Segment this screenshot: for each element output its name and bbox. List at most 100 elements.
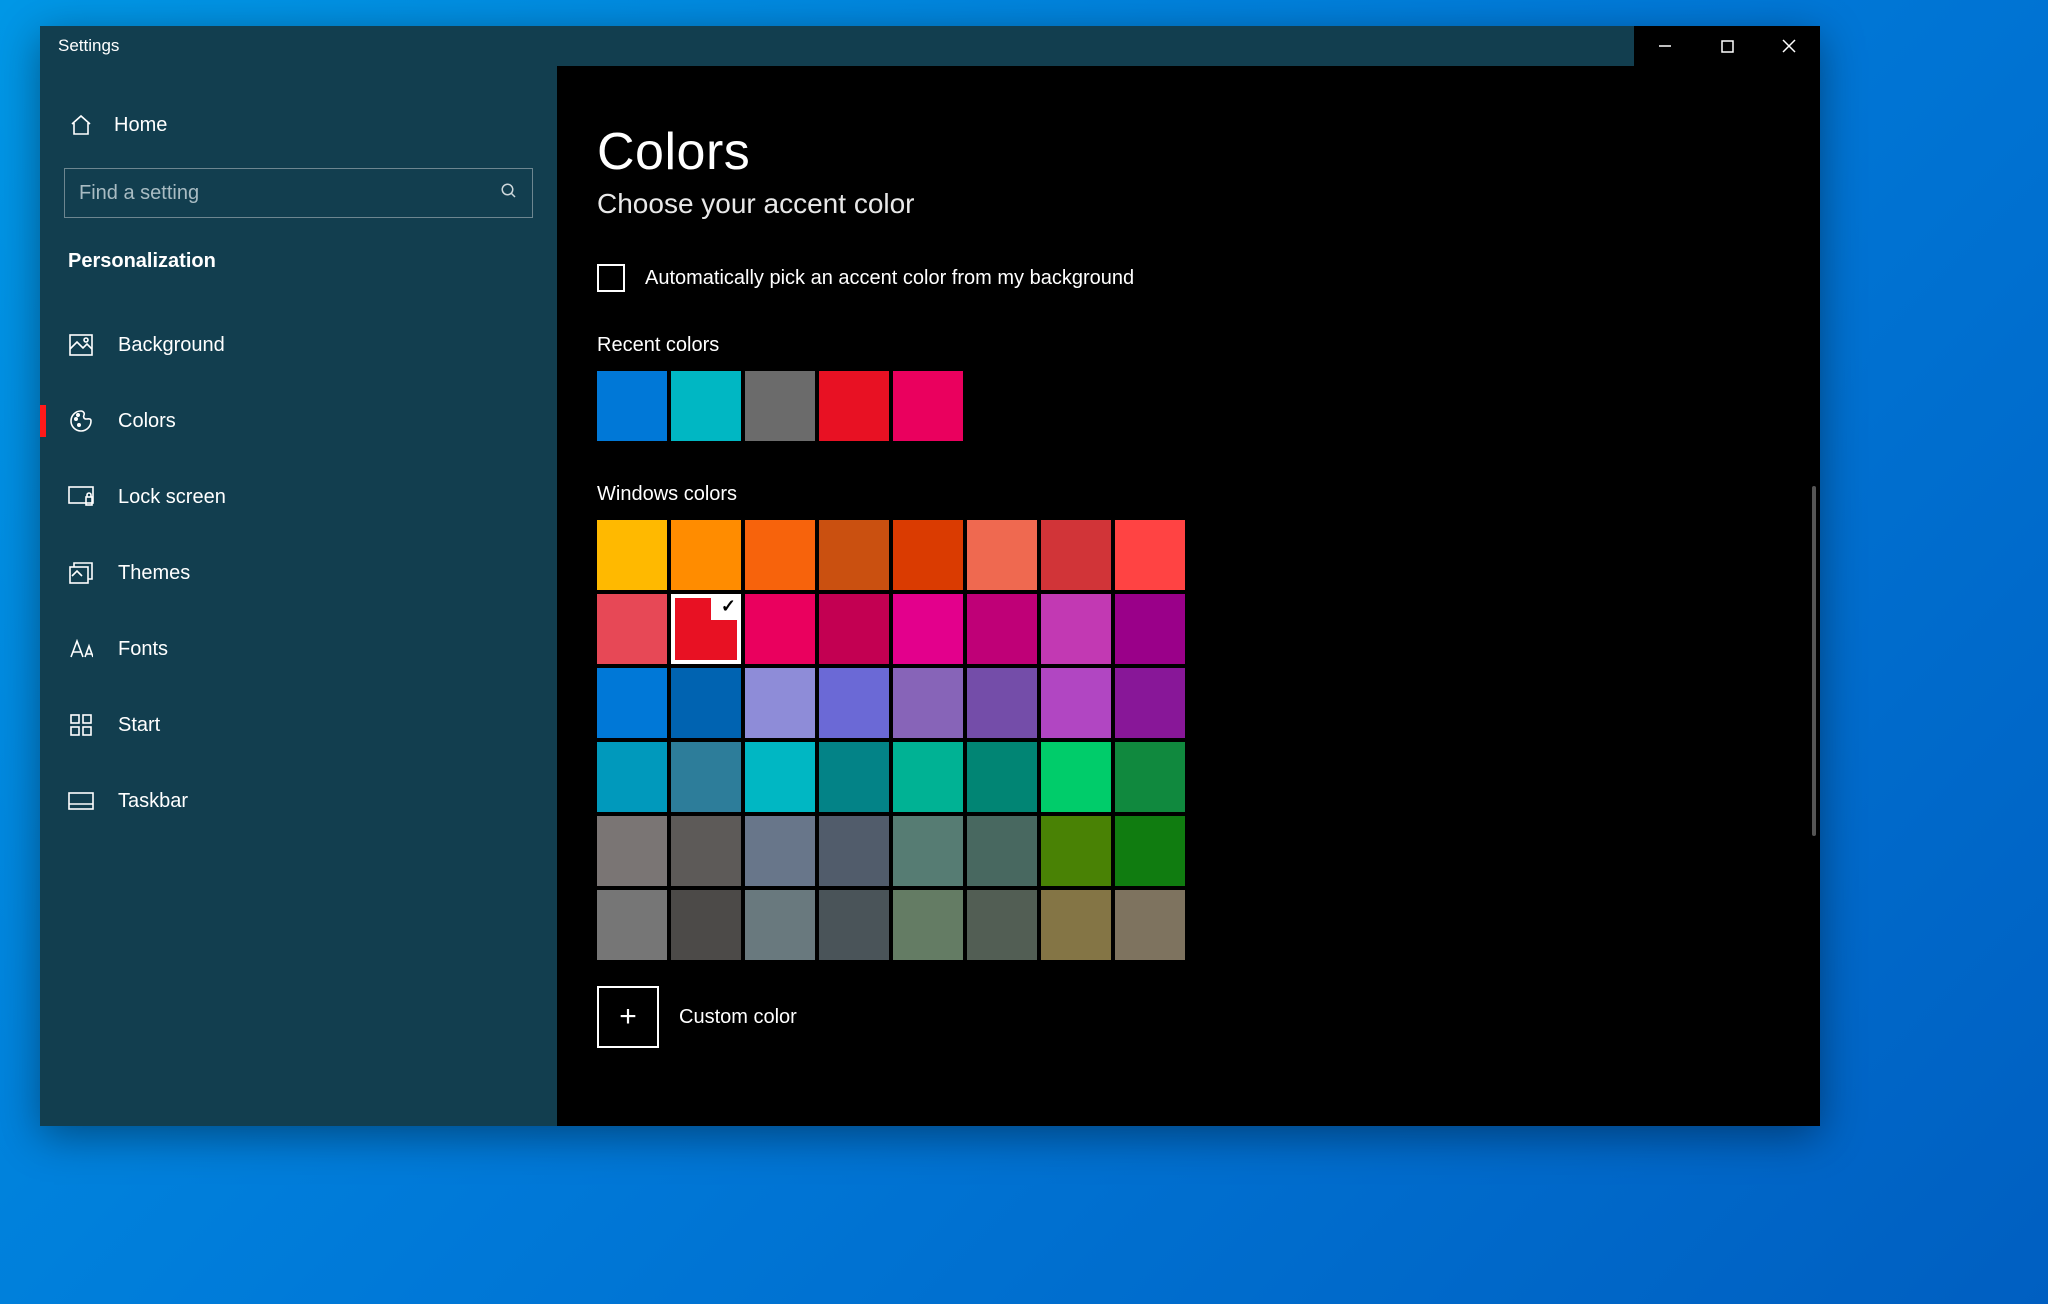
- search-icon: [500, 182, 518, 205]
- lockscreen-icon: [68, 484, 94, 510]
- window-controls: [1634, 26, 1820, 66]
- recent-color-swatch[interactable]: [819, 371, 889, 441]
- add-custom-color-button[interactable]: +: [597, 986, 659, 1048]
- windows-color-swatch[interactable]: [597, 742, 667, 812]
- auto-pick-label: Automatically pick an accent color from …: [645, 267, 1134, 290]
- windows-color-swatch[interactable]: [671, 816, 741, 886]
- windows-color-swatch[interactable]: [967, 668, 1037, 738]
- sidebar-item-background[interactable]: Background: [40, 307, 557, 383]
- search-input[interactable]: [79, 182, 500, 205]
- windows-color-swatch[interactable]: [1041, 520, 1111, 590]
- sidebar-item-fonts[interactable]: Fonts: [40, 611, 557, 687]
- windows-color-swatch[interactable]: [1115, 890, 1185, 960]
- sidebar-item-start[interactable]: Start: [40, 687, 557, 763]
- windows-color-swatch[interactable]: [1041, 742, 1111, 812]
- windows-color-swatch[interactable]: [1041, 816, 1111, 886]
- windows-color-swatch[interactable]: [745, 520, 815, 590]
- windows-color-swatch[interactable]: [819, 594, 889, 664]
- windows-color-swatch[interactable]: [893, 890, 963, 960]
- sidebar-item-lock-screen[interactable]: Lock screen: [40, 459, 557, 535]
- nav-list: Background Colors Lock screen Themes Fonts St…: [40, 307, 557, 839]
- windows-color-swatch[interactable]: [745, 742, 815, 812]
- recent-color-swatch[interactable]: [671, 371, 741, 441]
- check-icon: ✓: [721, 596, 736, 617]
- windows-color-swatch[interactable]: [1041, 890, 1111, 960]
- windows-color-swatch[interactable]: [893, 520, 963, 590]
- windows-color-swatch[interactable]: [967, 520, 1037, 590]
- windows-color-swatch[interactable]: [967, 816, 1037, 886]
- windows-color-swatch[interactable]: [597, 594, 667, 664]
- windows-color-swatch[interactable]: [597, 816, 667, 886]
- windows-color-swatch[interactable]: [967, 742, 1037, 812]
- sidebar-item-label: Lock screen: [118, 486, 226, 509]
- windows-color-swatch[interactable]: [597, 520, 667, 590]
- windows-color-swatch[interactable]: [819, 668, 889, 738]
- windows-colors-grid: ✓: [597, 520, 1820, 960]
- windows-color-swatch[interactable]: [1115, 594, 1185, 664]
- recent-colors-row: [597, 371, 1820, 441]
- section-label: Personalization: [40, 246, 557, 307]
- windows-color-swatch[interactable]: [671, 742, 741, 812]
- sidebar-item-label: Background: [118, 334, 225, 357]
- window-body: Home Personalization Background Colors Loc…: [40, 66, 1820, 1126]
- windows-color-swatch[interactable]: [1115, 668, 1185, 738]
- sidebar: Home Personalization Background Colors Loc…: [40, 66, 557, 1126]
- windows-color-swatch[interactable]: [597, 668, 667, 738]
- close-button[interactable]: [1758, 26, 1820, 66]
- windows-color-swatch[interactable]: [1041, 594, 1111, 664]
- windows-color-swatch[interactable]: [819, 520, 889, 590]
- auto-pick-checkbox[interactable]: [597, 264, 625, 292]
- plus-icon: +: [619, 1000, 637, 1034]
- windows-color-swatch[interactable]: [1041, 668, 1111, 738]
- windows-color-row: [597, 816, 1820, 886]
- windows-color-swatch[interactable]: [819, 742, 889, 812]
- recent-color-swatch[interactable]: [893, 371, 963, 441]
- windows-color-swatch[interactable]: [893, 816, 963, 886]
- taskbar-icon: [68, 788, 94, 814]
- windows-color-swatch[interactable]: [745, 890, 815, 960]
- windows-color-swatch[interactable]: [967, 594, 1037, 664]
- windows-color-swatch[interactable]: [893, 742, 963, 812]
- sidebar-item-label: Taskbar: [118, 790, 188, 813]
- picture-icon: [68, 332, 94, 358]
- recent-color-swatch[interactable]: [745, 371, 815, 441]
- recent-colors-label: Recent colors: [597, 334, 1820, 357]
- scrollbar[interactable]: [1812, 486, 1816, 836]
- windows-color-swatch[interactable]: [745, 816, 815, 886]
- windows-color-swatch[interactable]: [671, 520, 741, 590]
- sidebar-item-taskbar[interactable]: Taskbar: [40, 763, 557, 839]
- recent-color-swatch[interactable]: [597, 371, 667, 441]
- windows-color-swatch[interactable]: ✓: [671, 594, 741, 664]
- settings-window: Settings Home: [40, 26, 1820, 1126]
- windows-color-swatch[interactable]: [1115, 816, 1185, 886]
- windows-colors-label: Windows colors: [597, 483, 1820, 506]
- window-title: Settings: [40, 36, 119, 56]
- windows-color-swatch[interactable]: [893, 594, 963, 664]
- sidebar-item-label: Fonts: [118, 638, 168, 661]
- auto-pick-row[interactable]: Automatically pick an accent color from …: [597, 264, 1820, 292]
- windows-color-swatch[interactable]: [819, 890, 889, 960]
- windows-color-swatch[interactable]: [967, 890, 1037, 960]
- sidebar-item-colors[interactable]: Colors: [40, 383, 557, 459]
- windows-color-row: [597, 742, 1820, 812]
- maximize-button[interactable]: [1696, 26, 1758, 66]
- windows-color-swatch[interactable]: [1115, 742, 1185, 812]
- windows-color-row: [597, 520, 1820, 590]
- windows-color-swatch[interactable]: [745, 594, 815, 664]
- windows-color-swatch[interactable]: [819, 816, 889, 886]
- sidebar-item-themes[interactable]: Themes: [40, 535, 557, 611]
- windows-color-swatch[interactable]: [671, 890, 741, 960]
- windows-color-swatch[interactable]: [893, 668, 963, 738]
- home-button[interactable]: Home: [40, 106, 557, 168]
- minimize-button[interactable]: [1634, 26, 1696, 66]
- start-icon: [68, 712, 94, 738]
- custom-color-row[interactable]: + Custom color: [597, 986, 1820, 1048]
- home-icon: [68, 112, 94, 138]
- search-box[interactable]: [64, 168, 533, 218]
- windows-color-swatch[interactable]: [671, 668, 741, 738]
- fonts-icon: [68, 636, 94, 662]
- page-subtitle: Choose your accent color: [597, 188, 1820, 220]
- windows-color-swatch[interactable]: [745, 668, 815, 738]
- windows-color-swatch[interactable]: [1115, 520, 1185, 590]
- windows-color-swatch[interactable]: [597, 890, 667, 960]
